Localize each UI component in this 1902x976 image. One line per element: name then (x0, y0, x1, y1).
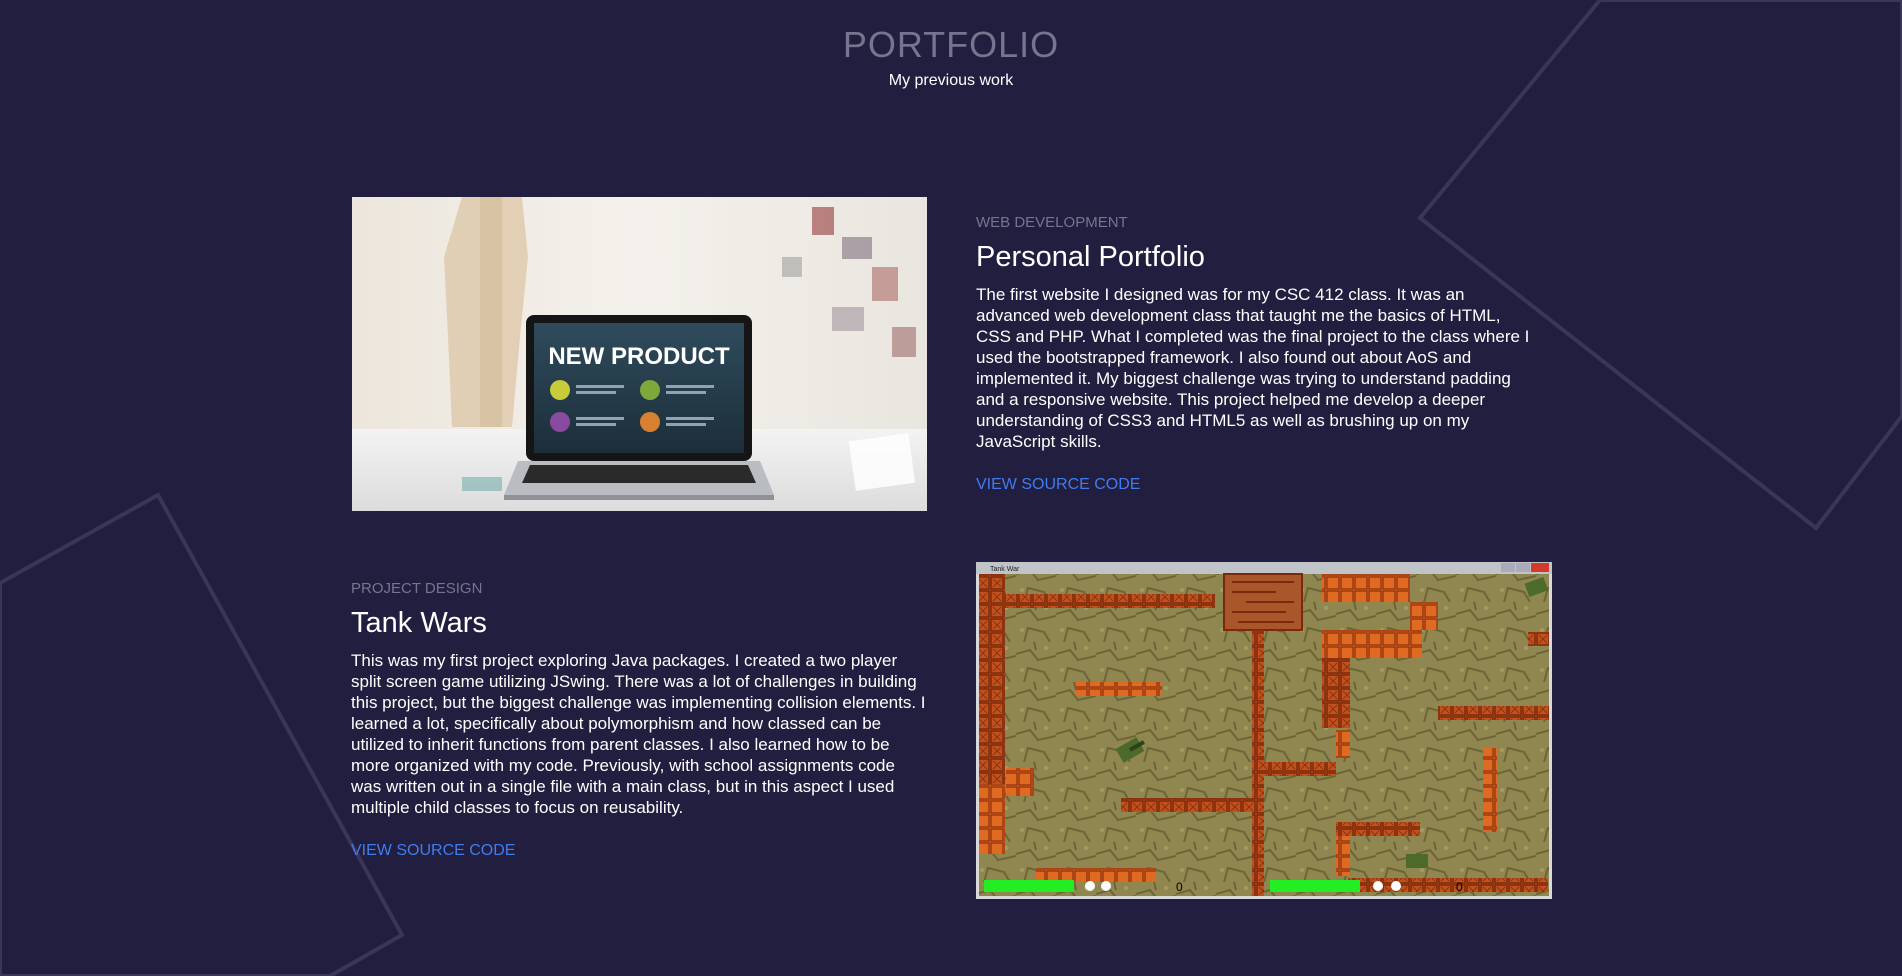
project-category: WEB DEVELOPMENT (976, 214, 1128, 231)
project-card-portfolio: WEB DEVELOPMENT Personal Portfolio The f… (976, 214, 1536, 494)
player2-score: 0 (1456, 880, 1463, 894)
project-description: The first website I designed was for my … (976, 285, 1530, 451)
view-source-link[interactable]: VIEW SOURCE CODE (976, 476, 1140, 494)
project-description: This was my first project exploring Java… (351, 651, 926, 817)
player1-score: 0 (1176, 880, 1183, 894)
view-source-link[interactable]: VIEW SOURCE CODE (351, 842, 515, 860)
project-title: Tank Wars (351, 607, 487, 639)
laptop-screen-heading: NEW PRODUCT (548, 343, 730, 370)
project-category: PROJECT DESIGN (351, 580, 483, 597)
background-decoration (0, 0, 1902, 976)
project-title: Personal Portfolio (976, 241, 1205, 273)
page-subtitle: My previous work (888, 72, 1014, 89)
portfolio-project-image[interactable]: NEW PRODUCT (352, 197, 927, 511)
game-window-title: Tank War (990, 566, 1020, 573)
tank-wars-project-image[interactable]: Tank War 0 0 (976, 562, 1552, 899)
project-card-tank-wars: PROJECT DESIGN Tank Wars This was my fir… (351, 580, 926, 860)
page-header: PORTFOLIO My previous work (0, 24, 1902, 90)
page-title: PORTFOLIO (842, 24, 1060, 65)
